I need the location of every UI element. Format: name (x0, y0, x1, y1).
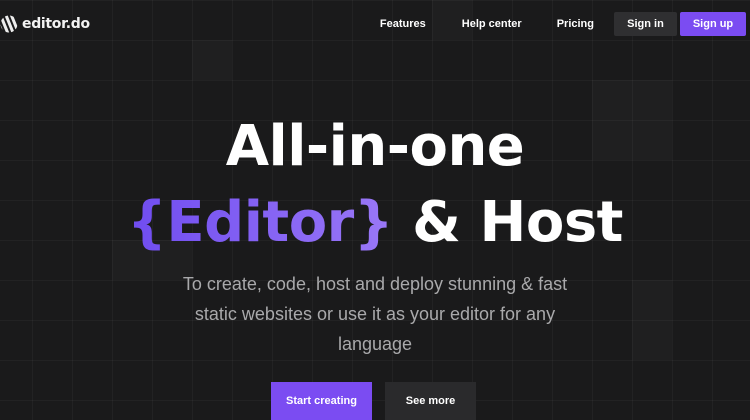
hero-title-rest: & Host (393, 190, 623, 255)
striped-logo-icon (0, 15, 18, 33)
sign-up-button[interactable]: Sign up (680, 12, 746, 36)
landing-page: editor.do Features Help center Pricing S… (0, 0, 750, 420)
sign-in-button[interactable]: Sign in (614, 12, 677, 36)
nav-link-pricing[interactable]: Pricing (557, 18, 594, 30)
see-more-button[interactable]: See more (385, 382, 476, 420)
nav-link-help-center[interactable]: Help center (462, 18, 522, 30)
cta-group: Start creating See more (271, 382, 476, 420)
site-header: editor.do Features Help center Pricing S… (0, 0, 750, 48)
hero-title-line-1: All-in-one (225, 114, 525, 179)
hero-title-line-2: {Editor} & Host (0, 188, 750, 258)
brand-name: editor.do (22, 16, 90, 32)
hero-subtitle: To create, code, host and deploy stunnin… (182, 274, 568, 354)
hero-accent-text: {Editor} (127, 190, 394, 255)
main-nav: Features Help center Pricing Sign in Sig… (380, 12, 746, 36)
brand-logo[interactable]: editor.do (0, 13, 90, 35)
nav-link-features[interactable]: Features (380, 18, 426, 30)
start-creating-button[interactable]: Start creating (271, 382, 372, 420)
background-tile (632, 280, 672, 360)
